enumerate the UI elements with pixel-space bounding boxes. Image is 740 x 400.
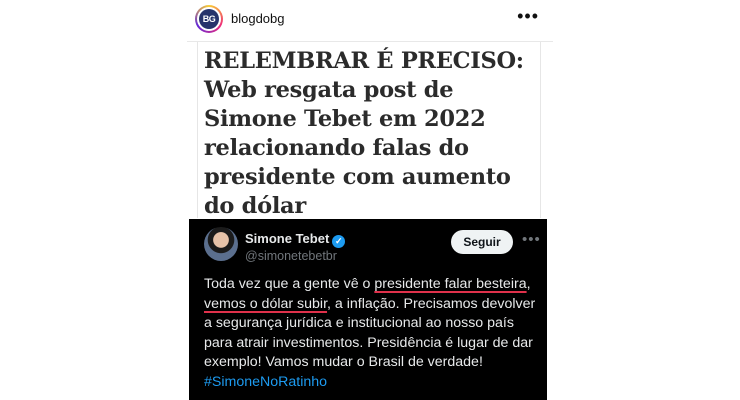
underlined-phrase: presidente falar besteira [374, 276, 527, 292]
avatar-logo: BG [199, 9, 219, 29]
tweet-avatar[interactable] [204, 227, 238, 261]
tweet-author-name[interactable]: Simone Tebet ✓ [245, 231, 346, 248]
tweet-text: Toda vez que a gente vê o presidente fal… [204, 275, 539, 392]
username-link[interactable]: blogdobg [231, 11, 285, 26]
headline-text: RELEMBRAR É PRECISO: Web resgata post de… [204, 47, 539, 221]
underlined-phrase: vemos o dólar subir [204, 295, 328, 312]
tweet-handle[interactable]: @simonetebetbr [245, 249, 337, 263]
tweet-text-part: , [526, 276, 531, 292]
tweet-text-part: Toda vez que a gente vê o [204, 276, 375, 292]
headline-prefix: RELEMBRAR É PRECISO [204, 48, 516, 74]
post-header: BG blogdobg ••• [187, 0, 553, 38]
follow-button[interactable]: Seguir [451, 230, 513, 254]
avatar-ring: BG [197, 7, 221, 31]
tweet-more-icon[interactable]: ••• [522, 231, 541, 248]
profile-avatar[interactable]: BG [195, 5, 223, 33]
verified-badge-icon: ✓ [332, 235, 346, 248]
embedded-tweet: Simone Tebet ✓ @simonetebetbr Seguir ••• … [189, 219, 547, 400]
more-options-icon[interactable]: ••• [517, 6, 539, 27]
instagram-post: BG blogdobg ••• RELEMBRAR É PRECISO: Web… [187, 0, 553, 400]
author-name-text: Simone Tebet [245, 231, 330, 246]
hashtag-link[interactable]: #SimoneNoRatinho [204, 374, 327, 390]
